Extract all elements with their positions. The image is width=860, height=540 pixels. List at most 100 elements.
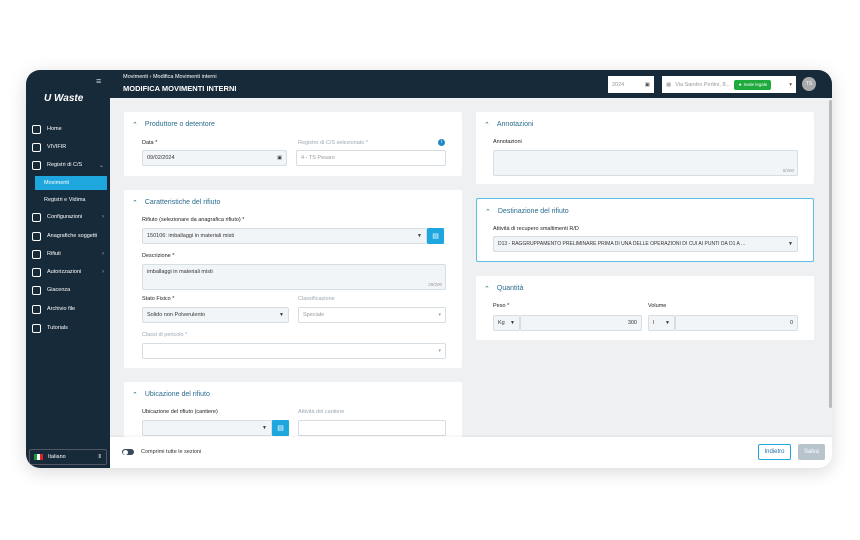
registers-icon [32,160,41,170]
home-icon [32,124,41,134]
volume-label: Volume [648,303,667,309]
peso-unit-select[interactable]: Kg ▼ [493,315,520,331]
back-button[interactable]: Indietro [758,444,791,460]
sidebar-item-label: Configurazioni [47,214,83,220]
footer-bar: Comprimi tutte le sezioni Indietro Salva [110,437,832,468]
sidebar-item-autorizzazioni[interactable]: Autorizzazioni › [32,265,104,279]
cantiere-label: Ubicazione del rifiuto (cantiere) [142,409,218,415]
quantita-card: ⌃ Quantità Peso * Kg ▼ 300 Volume l ▼ 0 [476,276,814,340]
caratteristiche-header[interactable]: ⌃ Caratteristiche del rifiuto [132,199,220,207]
descrizione-textarea[interactable]: imballaggi in materiali misti 29/200 [142,264,446,290]
chevron-up-icon: ⌃ [132,392,138,399]
chevron-up-icon: ⌃ [132,200,138,207]
sidebar-item-label: Rifiuti [47,251,61,257]
stato-label: Stato Fisico * [142,296,175,302]
box-icon [32,285,41,295]
page-title: MODIFICA MOVIMENTI INTERNI [123,84,237,93]
destinazione-header[interactable]: ⌃ Destinazione del rifiuto [485,208,569,216]
logo: U Waste [44,93,84,104]
sidebar-item-configurazioni[interactable]: Configurazioni › [32,210,104,224]
anagrafica-lookup-button[interactable]: ▤ [427,228,444,244]
annotazioni-counter: 0/200 [782,168,794,173]
sidebar-item-label: Registri e Vidima [44,197,86,203]
sidebar-item-label: VIVIFIR [47,144,67,150]
attivita-label: Attività del cantiere [298,409,345,415]
info-icon[interactable]: i [438,139,445,146]
ubicazione-card: ⌃ Ubicazione del rifiuto Ubicazione del r… [124,382,462,442]
sidebar-item-registri-e-vidima[interactable]: Registri e Vidima [32,193,104,207]
destinazione-card: ⌃ Destinazione del rifiuto Attività di re… [476,198,814,262]
caret-down-icon: ▼ [279,312,284,318]
scrollbar[interactable] [829,100,832,408]
classificazione-select: Speciale ▾ [298,307,446,323]
calendar-icon: ▣ [277,155,282,161]
chevron-up-icon: ⌃ [485,209,491,216]
site-badge: ★ Sede legale [734,79,772,90]
collapse-toggle[interactable] [122,449,134,455]
sidebar-item-vivifir[interactable]: VIVIFIR [32,140,104,154]
sidebar-item-label: Movimenti [44,180,70,186]
destinazione-label: Attività di recupero smaltimenti R/D [493,226,579,232]
cantiere-lookup-button[interactable]: ▤ [272,420,289,436]
annotazioni-header[interactable]: ⌃ Annotazioni [484,121,533,129]
file-icon [32,304,41,314]
cantiere-select[interactable]: ▼ [142,420,272,436]
ubicazione-header[interactable]: ⌃ Ubicazione del rifiuto [132,391,210,399]
caret-down-icon: ▼ [262,425,267,431]
avatar[interactable]: TS [802,77,816,91]
chevron-icon: › [102,251,104,257]
language-select[interactable]: Italiano ⇕ [29,449,107,465]
sidebar-item-anagrafiche-soggetti[interactable]: Anagrafiche soggetti [32,229,104,243]
annotazioni-textarea[interactable]: 0/200 [493,150,798,176]
breadcrumb-separator: › [149,74,152,80]
site-select[interactable]: ▦ Via Sandro Pertini, 8... ★ Sede legale… [662,76,796,93]
language-label: Italiano [48,454,66,460]
sliders-icon [32,212,41,222]
chevron-down-icon: ▾ [789,81,792,88]
sidebar-item-home[interactable]: Home [32,122,104,136]
chevron-icon: › [102,214,104,220]
classi-label: Classi di pericolo * [142,332,188,338]
descrizione-counter: 29/200 [428,282,442,287]
destinazione-select[interactable]: D13 - RAGGRUPPAMENTO PRELIMINARE PRIMA D… [493,236,798,252]
hamburger-icon[interactable]: ≡ [96,76,101,86]
annotazioni-label: Annotazioni [493,139,522,145]
volume-unit-select[interactable]: l ▼ [648,315,675,331]
data-input[interactable]: 09/02/2024 ▣ [142,150,287,166]
save-button[interactable]: Salva [798,444,825,460]
sidebar-item-movimenti[interactable]: Movimenti [35,176,107,190]
produttore-header[interactable]: ⌃ Produttore o detentore [132,121,215,129]
sidebar-item-giacenza[interactable]: Giacenza [32,283,104,297]
sidebar-item-label: Archivio file [47,306,76,312]
volume-input[interactable]: 0 [675,315,798,331]
sidebar-item-archivio-file[interactable]: Archivio file [32,302,104,316]
annotazioni-card: ⌃ Annotazioni Annotazioni 0/200 [476,112,814,184]
sidebar-item-label: Autorizzazioni [47,269,82,275]
arrows-icon [32,142,41,152]
classi-select[interactable]: ▾ [142,343,446,359]
sidebar-item-label: Registri di C/S [47,162,83,168]
sidebar-item-registri-di-c-s[interactable]: Registri di C/S ⌄ [32,158,104,172]
tutorial-icon [32,323,41,333]
year-picker[interactable]: 2024 ▣ [608,76,654,93]
produttore-card: ⌃ Produttore o detentore Data * 09/02/202… [124,112,462,176]
registro-label: Registro di C/S selezionato * [298,140,369,146]
rifiuto-select[interactable]: 150106: imballaggi in materiali misti ▼ [142,228,427,244]
topbar: Movimenti › Modifica Movimenti interni M… [110,70,832,98]
quantita-header[interactable]: ⌃ Quantità [484,285,523,293]
stato-select[interactable]: Solido non Polverulento ▼ [142,307,289,323]
attivita-input[interactable] [298,420,446,436]
sidebar-item-label: Anagrafiche soggetti [47,233,98,239]
caret-down-icon: ▼ [417,233,422,239]
sidebar-item-label: Giacenza [47,287,71,293]
sidebar: ≡ U Waste Home VIVIFIR Registri di C/S ⌄ Mov… [26,70,110,468]
users-icon [32,231,41,241]
breadcrumb-movimenti[interactable]: Movimenti [123,74,148,80]
sidebar-item-tutorials[interactable]: Tutorials [32,321,104,335]
breadcrumb-current: Modifica Movimenti interni [152,74,217,80]
peso-input[interactable]: 300 [520,315,642,331]
sidebar-item-rifiuti[interactable]: Rifiuti › [32,247,104,261]
chevron-icon: ⌄ [98,162,104,169]
app-window: ≡ U Waste Home VIVIFIR Registri di C/S ⌄ Mov… [26,70,832,468]
chevron-up-icon: ⌃ [484,122,490,129]
